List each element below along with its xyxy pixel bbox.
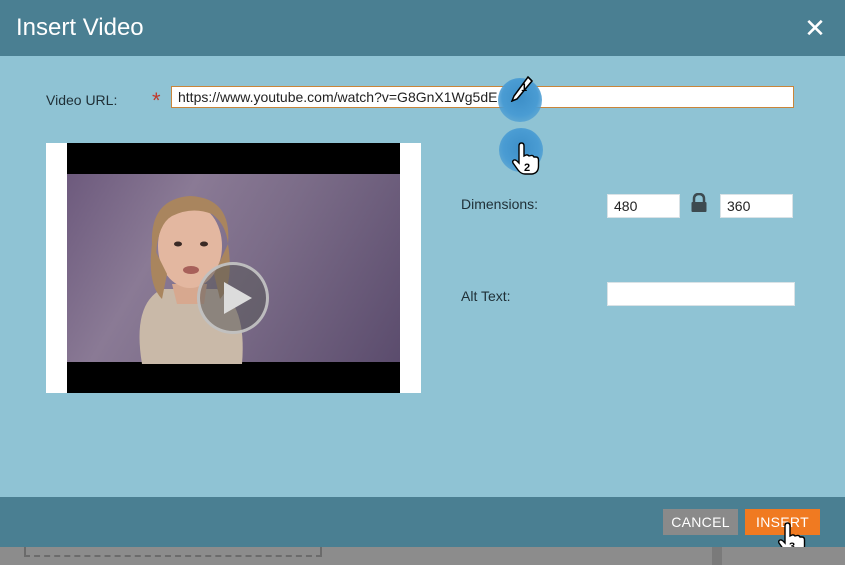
step-number-2: 2 xyxy=(524,162,531,174)
alt-text-input[interactable] xyxy=(607,282,795,306)
video-url-input[interactable] xyxy=(171,86,794,108)
step-number-1: 1 xyxy=(521,82,528,94)
background-page-strip xyxy=(0,547,845,565)
video-player[interactable] xyxy=(67,143,400,393)
video-url-label: Video URL: xyxy=(46,92,118,108)
height-input[interactable] xyxy=(720,194,793,218)
video-preview xyxy=(46,143,421,393)
background-dashed-box xyxy=(24,547,322,557)
dialog-title: Insert Video xyxy=(16,14,144,41)
dimensions-label: Dimensions: xyxy=(461,196,539,212)
insert-video-dialog: Insert Video ✕ Video URL: * 1 2 xyxy=(0,0,845,565)
tutorial-marker-1: 1 xyxy=(498,75,542,122)
close-icon[interactable]: ✕ xyxy=(799,12,831,44)
alt-text-label: Alt Text: xyxy=(461,288,511,304)
required-marker: * xyxy=(152,88,161,113)
cancel-button[interactable]: CANCEL xyxy=(663,509,738,535)
width-input[interactable] xyxy=(607,194,680,218)
video-thumbnail xyxy=(67,174,400,364)
play-icon xyxy=(224,282,252,314)
background-scroll-bar xyxy=(712,547,722,565)
dialog-header: Insert Video ✕ xyxy=(0,0,845,56)
lock-icon[interactable] xyxy=(690,192,708,213)
tutorial-marker-2: 2 xyxy=(499,128,543,175)
play-button[interactable] xyxy=(197,262,269,334)
dialog-footer: CANCEL INSERT xyxy=(0,497,845,547)
